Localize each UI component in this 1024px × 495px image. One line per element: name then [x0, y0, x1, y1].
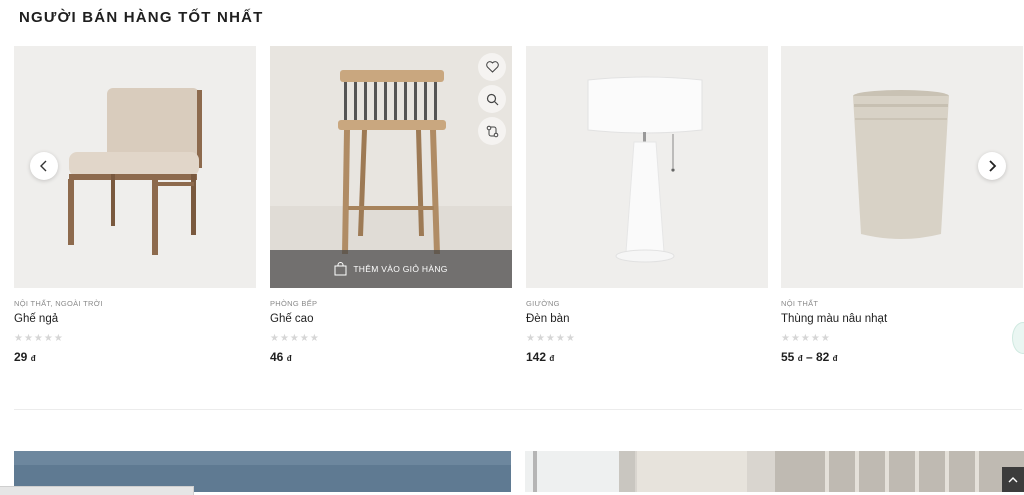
product-name[interactable]: Ghế cao [270, 313, 512, 325]
product-price: 46 đ [270, 350, 512, 364]
price-currency: đ [832, 354, 838, 363]
product-price: 142 đ [526, 350, 768, 364]
chevron-left-icon [40, 160, 47, 172]
price-currency: đ [30, 354, 36, 363]
product-price: 29 đ [14, 350, 256, 364]
promo-banner-right[interactable] [525, 451, 1024, 492]
price-amount: 142 [526, 350, 547, 364]
price-amount: 46 [270, 350, 284, 364]
product-card[interactable]: NỘI THẤT Thùng màu nâu nhạt ★★★★★ 55 đ –… [781, 46, 1023, 364]
product-categories[interactable]: GIƯỜNG [526, 299, 768, 308]
scroll-to-top-button[interactable] [1002, 467, 1024, 492]
product-categories[interactable]: NỘI THẤT, NGOÀI TRỜI [14, 299, 256, 308]
status-tooltip [0, 486, 194, 495]
price-currency: đ [797, 354, 803, 363]
chevron-up-icon [1008, 476, 1018, 482]
table-lamp-image [587, 76, 703, 263]
product-image[interactable]: THÊM VÀO GIỎ HÀNG [270, 46, 512, 288]
search-icon [486, 93, 498, 105]
section-divider [14, 409, 1022, 410]
rating-stars: ★★★★★ [14, 333, 64, 344]
shopping-bag-icon [334, 262, 347, 276]
price-from: 55 [781, 350, 795, 364]
product-card[interactable]: THÊM VÀO GIỎ HÀNG PHÒNG BẾP Ghế cao ★★★★… [270, 46, 512, 364]
add-to-cart-button[interactable]: THÊM VÀO GIỎ HÀNG [270, 250, 512, 288]
product-actions [478, 53, 506, 145]
price-to: 82 [815, 350, 830, 364]
rating-stars: ★★★★★ [270, 333, 320, 344]
compare-button[interactable] [478, 117, 506, 145]
price-currency: đ [286, 354, 292, 363]
product-name[interactable]: Ghế ngả [14, 313, 256, 325]
quick-view-button[interactable] [478, 85, 506, 113]
product-name[interactable]: Đèn bàn [526, 313, 768, 325]
product-categories[interactable]: NỘI THẤT [781, 299, 1023, 308]
product-image[interactable] [526, 46, 768, 288]
chevron-right-icon [989, 160, 997, 172]
product-price: 55 đ – 82 đ [781, 350, 1023, 364]
carousel-prev-button[interactable] [30, 152, 58, 180]
section-title: NGƯỜI BÁN HÀNG TỐT NHẤT [19, 9, 264, 26]
rating-stars: ★★★★★ [526, 333, 576, 344]
wishlist-button[interactable] [478, 53, 506, 81]
carousel-next-button[interactable] [978, 152, 1006, 180]
price-amount: 29 [14, 350, 28, 364]
product-card[interactable]: NỘI THẤT, NGOÀI TRỜI Ghế ngả ★★★★★ 29 đ [14, 46, 256, 364]
add-to-cart-label: THÊM VÀO GIỎ HÀNG [353, 264, 448, 274]
price-separator: – [805, 350, 813, 364]
product-card[interactable]: GIƯỜNG Đèn bàn ★★★★★ 142 đ [526, 46, 768, 364]
product-name[interactable]: Thùng màu nâu nhạt [781, 313, 1023, 325]
price-currency: đ [549, 354, 555, 363]
banner-image-right [525, 451, 1024, 492]
compare-icon [486, 125, 498, 137]
rating-stars: ★★★★★ [781, 333, 831, 344]
product-categories[interactable]: PHÒNG BẾP [270, 299, 512, 308]
heart-icon [485, 61, 499, 73]
